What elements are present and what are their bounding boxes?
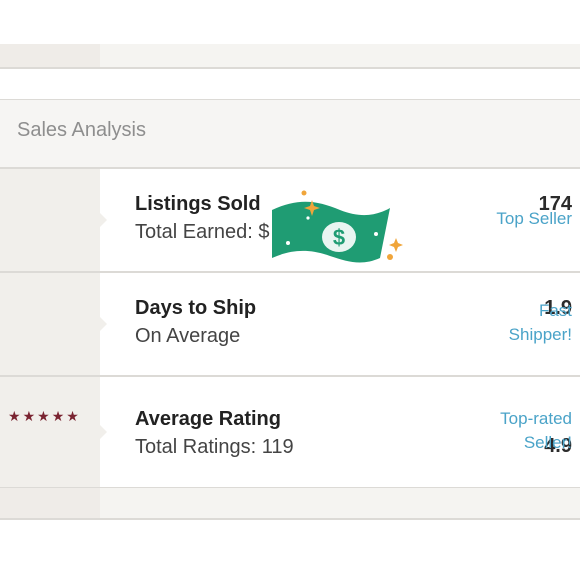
stat-title: Days to Ship (135, 297, 257, 319)
stat-number-panel (0, 273, 107, 375)
divider (0, 67, 580, 69)
bottom-strip (0, 488, 580, 518)
sales-analysis-header: Sales Analysis (0, 100, 580, 168)
svg-text:$: $ (333, 225, 345, 250)
star-icon: ★ (66, 408, 79, 424)
star-icon: ★ (22, 408, 36, 424)
stat-title: Listings Sold (135, 193, 261, 215)
stat-subtitle: Total Ratings: 119 (135, 436, 294, 458)
top-strip (0, 44, 580, 68)
rating-stars: ★ ★ ★ ★ ★ (8, 409, 79, 423)
badge-link-top-seller[interactable]: Top Seller (496, 207, 572, 231)
divider (0, 518, 580, 520)
bottom-strip-left (0, 488, 100, 518)
stat-subtitle: On Average (135, 325, 241, 347)
star-icon: ★ (51, 408, 65, 424)
badge-line: Fast (538, 301, 572, 320)
top-whitespace (0, 0, 580, 44)
badge-line: Top-rated (500, 409, 572, 428)
dollar-bill-icon: $ (272, 190, 403, 263)
badge-link-fast-shipper[interactable]: Fast Shipper! (509, 299, 572, 347)
star-icon: ★ (37, 408, 50, 424)
stat-title: Average Rating (135, 408, 281, 430)
stat-row-average-rating: ★ ★ ★ ★ ★ 4.9 Average Rating Total Ratin… (0, 377, 580, 487)
badge-line: Shipper! (508, 325, 572, 344)
badge-line: Seller! (523, 433, 572, 452)
stat-number-panel (0, 169, 107, 271)
stat-number-panel (0, 377, 107, 487)
stat-subtitle: Total Earned: $ (135, 221, 270, 243)
badge-line: Top Seller (496, 209, 572, 228)
section-title: Sales Analysis (17, 119, 146, 141)
badge-link-top-rated-seller[interactable]: Top-rated Seller! (500, 407, 572, 455)
top-strip-left (0, 44, 100, 68)
stat-row-days-to-ship: 1.9 Days to Ship On Average Fast Shipper… (0, 273, 580, 375)
star-icon: ★ (8, 408, 21, 424)
